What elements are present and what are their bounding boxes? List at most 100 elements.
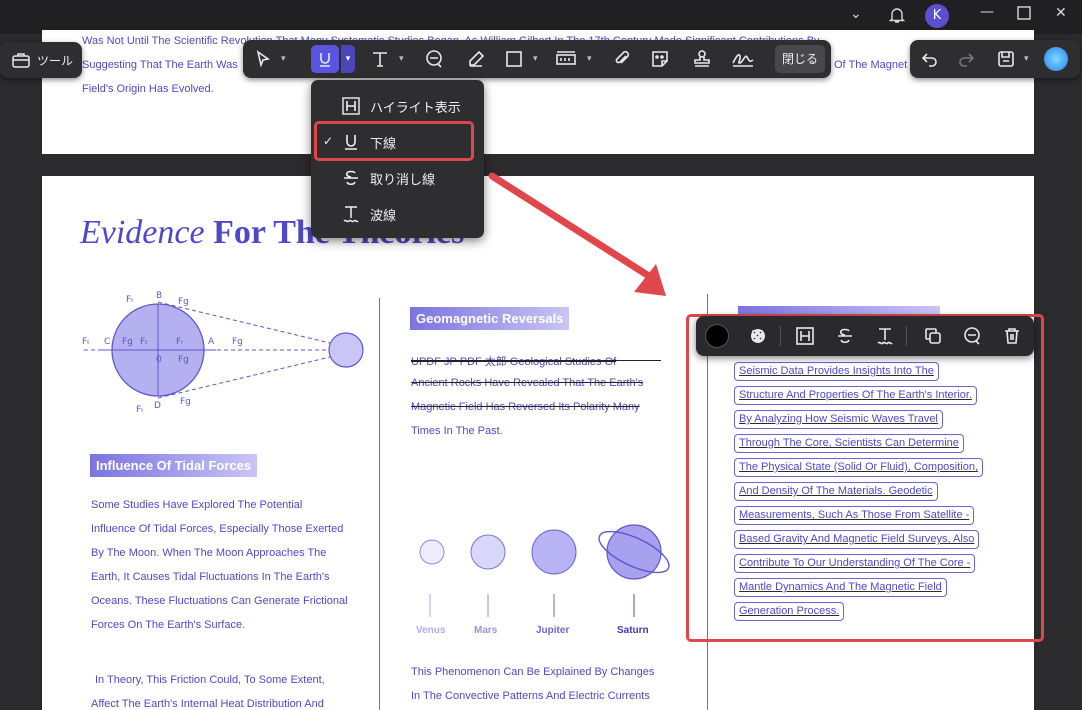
attach-button[interactable]	[609, 40, 635, 78]
avatar[interactable]: K	[925, 4, 949, 28]
annotation-properties-toolbar	[696, 316, 1034, 356]
chevron-down-icon[interactable]: ▾	[341, 45, 355, 73]
geomagnetic-line: Times In The Past.	[411, 425, 503, 437]
svg-text:Fₜ: Fₜ	[82, 337, 90, 347]
pencil-tool-button[interactable]	[463, 40, 489, 78]
highlight-icon	[796, 327, 814, 345]
geomagnetic-line: Magnetic Field Has Reversed Its Polarity…	[411, 401, 640, 413]
stamp-button[interactable]	[689, 40, 715, 78]
strikethrough-style-button[interactable]	[833, 324, 857, 348]
redo-button[interactable]	[954, 40, 978, 78]
save-button[interactable]	[994, 40, 1018, 78]
menu-item-highlight[interactable]: ハイライト表示	[311, 88, 484, 124]
svg-text:Fₜ: Fₜ	[136, 405, 144, 415]
tools-label[interactable]: ツール	[37, 52, 73, 69]
chevron-down-icon[interactable]: ▾	[1024, 54, 1029, 64]
column-divider	[379, 298, 380, 710]
comment-icon	[426, 50, 442, 68]
tidal-line: By The Moon. When The Moon Approaches Th…	[91, 547, 327, 559]
tidal-line: Affect The Earth's Internal Heat Distrib…	[91, 698, 324, 710]
callout-arrow	[488, 172, 666, 296]
copy-button[interactable]	[921, 324, 945, 348]
underline-mark	[411, 360, 661, 361]
svg-text:B: B	[156, 291, 162, 301]
measure-tool-button[interactable]	[553, 40, 579, 78]
close-button[interactable]: 閉じる	[775, 45, 825, 73]
sticker-button[interactable]	[647, 40, 673, 78]
undo-button[interactable]	[918, 40, 942, 78]
tidal-line: In Theory, This Friction Could, To Some …	[95, 674, 325, 686]
geomagnetic-line: Ancient Rocks Have Revealed That The Ear…	[411, 377, 644, 389]
strikethrough-icon	[838, 328, 852, 344]
save-icon	[998, 51, 1014, 67]
menu-item-squiggly[interactable]: 波線	[311, 196, 484, 232]
maximize-icon[interactable]	[1017, 6, 1031, 24]
svg-text:C: C	[104, 337, 110, 347]
copy-icon	[925, 328, 941, 344]
geomagnetic-line: UPDF JP PDF 太郎 Geological Studies Of	[411, 356, 617, 368]
pencil-icon	[469, 50, 485, 67]
svg-text:D: D	[154, 401, 161, 411]
ruler-icon	[556, 51, 576, 65]
text-icon	[373, 52, 387, 67]
trash-icon	[1005, 328, 1019, 344]
chevron-down-icon[interactable]: ▾	[399, 54, 404, 64]
tidal-force-diagram: Fₜ C F𝗀 Fₜ Fᵣ A F𝗀 0 F𝗀 B Fₜ F𝗀 D Fₜ F𝗀	[82, 291, 364, 415]
color-picker-button[interactable]	[705, 324, 729, 348]
planets-illustration	[419, 524, 670, 617]
tidal-line: Some Studies Have Explored The Potential	[91, 499, 303, 511]
bell-icon[interactable]	[888, 6, 906, 28]
page1-line: Of The Magnet	[834, 59, 908, 71]
chevron-down-icon[interactable]: ▾	[533, 54, 538, 64]
comment-button[interactable]	[960, 324, 984, 348]
chevron-down-icon[interactable]: ▾	[587, 54, 592, 64]
geomagnetic-line: In The Convective Patterns And Electric …	[411, 690, 650, 702]
paperclip-icon	[615, 50, 630, 64]
title-bar: ⌄ K — ✕	[0, 0, 1082, 34]
chevron-down-icon[interactable]: ⌄	[850, 6, 862, 22]
highlight-callout-box	[314, 121, 474, 161]
planet-label: Mars	[474, 625, 498, 636]
tidal-line: Forces On The Earth's Surface.	[91, 619, 246, 631]
planet-label: Venus	[416, 625, 446, 636]
signature-button[interactable]	[729, 40, 757, 78]
toolbox-icon	[11, 50, 31, 74]
shape-tool-button[interactable]	[501, 40, 527, 78]
planet-label: Saturn	[617, 625, 649, 636]
tidal-line: Influence Of Tidal Forces, Especially Th…	[91, 523, 344, 535]
text-tool-button[interactable]	[367, 40, 393, 78]
comment-icon	[964, 327, 980, 345]
minimize-icon[interactable]: —	[980, 4, 994, 20]
close-icon[interactable]: ✕	[1055, 5, 1067, 21]
tidal-line: Earth, It Causes Tidal Fluctuations In T…	[91, 571, 330, 583]
sticker-icon	[652, 51, 668, 67]
menu-item-strikethrough[interactable]: 取り消し線	[311, 160, 484, 196]
opacity-button[interactable]	[746, 324, 770, 348]
signature-icon	[732, 53, 754, 67]
section-heading-tidal: Influence Of Tidal Forces	[90, 454, 258, 477]
section-heading-geomagnetic: Geomagnetic Reversals	[410, 307, 570, 330]
highlight-callout-box	[686, 314, 1044, 642]
svg-text:F𝗀: F𝗀	[180, 397, 191, 407]
svg-text:Fₜ: Fₜ	[140, 337, 148, 347]
svg-text:F𝗀: F𝗀	[178, 355, 189, 365]
svg-text:A: A	[208, 337, 215, 347]
tools-toolbar[interactable]: ツール	[0, 42, 82, 78]
squiggly-icon	[877, 328, 893, 345]
underline-tool-button[interactable]	[311, 45, 339, 73]
comment-tool-button[interactable]	[421, 40, 447, 78]
svg-text:Fₜ: Fₜ	[126, 295, 134, 305]
highlight-style-button[interactable]	[793, 324, 817, 348]
delete-button[interactable]	[1000, 324, 1024, 348]
ai-assistant-icon[interactable]	[1044, 47, 1068, 71]
stamp-icon	[694, 50, 710, 67]
svg-text:0: 0	[156, 355, 162, 365]
tidal-line: Oceans. These Fluctuations Can Generate …	[91, 595, 348, 607]
page1-line: Suggesting That The Earth Was	[82, 59, 238, 71]
select-tool-button[interactable]	[251, 40, 275, 78]
svg-text:F𝗀: F𝗀	[178, 297, 189, 307]
chevron-down-icon[interactable]: ▾	[281, 54, 286, 64]
squiggly-style-button[interactable]	[873, 324, 897, 348]
annotation-toolbar: ▾ ▾ ▾ ▾ ▾ 閉じる	[243, 40, 831, 78]
highlight-icon	[341, 96, 361, 116]
